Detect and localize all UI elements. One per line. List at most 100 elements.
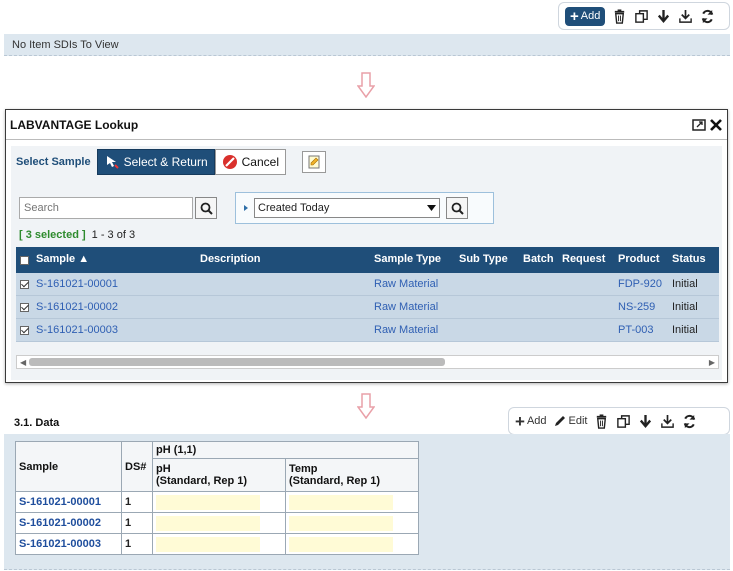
add-button-label: Add (580, 10, 601, 22)
status-cell: Initial (672, 301, 698, 313)
refresh-icon[interactable] (681, 413, 697, 429)
cancel-button[interactable]: Cancel (214, 149, 286, 175)
sample-id-link[interactable]: S-161021-00002 (36, 301, 118, 313)
copy-icon[interactable] (615, 413, 631, 429)
sample-type-cell: Raw Material (374, 301, 439, 313)
select-all-checkbox[interactable] (20, 256, 29, 265)
selected-count[interactable]: [ 3 selected ] (19, 229, 86, 241)
down-arrow-icon (357, 72, 375, 98)
dialog-action-bar: Select Sample Select & Return Cancel (16, 149, 326, 175)
top-toolbar: + Add (558, 2, 730, 30)
trash-icon[interactable] (611, 8, 627, 24)
sample-id-link[interactable]: S-161021-00002 (15, 512, 122, 534)
column-header-request[interactable]: Request (562, 253, 605, 265)
header-temp: Temp (Standard, Rep 1) (285, 458, 419, 492)
pencil-icon (554, 416, 565, 426)
download-icon[interactable] (677, 8, 693, 24)
expand-triangle-icon[interactable] (242, 204, 250, 212)
product-cell: FDP-920 (618, 278, 663, 290)
column-header-product[interactable]: Product (618, 253, 660, 265)
select-return-button[interactable]: Select & Return (96, 149, 215, 175)
column-header-sample-type[interactable]: Sample Type (374, 253, 441, 265)
dialog-header: LABVANTAGE Lookup (6, 110, 727, 140)
cancel-icon (222, 155, 237, 169)
product-cell: PT-003 (618, 324, 654, 336)
product-cell: NS-259 (618, 301, 656, 313)
temp-input-cell[interactable] (285, 533, 419, 555)
add-button-label: Add (526, 415, 547, 427)
arrow-down-icon[interactable] (637, 413, 653, 429)
add-button[interactable]: + Add (515, 413, 547, 430)
copy-icon[interactable] (633, 8, 649, 24)
plus-icon: + (570, 7, 579, 25)
dialog-title: LABVANTAGE Lookup (10, 117, 139, 132)
select-return-label: Select & Return (123, 155, 208, 169)
ds-cell: 1 (121, 491, 153, 513)
scrollbar-thumb[interactable] (29, 358, 445, 366)
result-range: 1 - 3 of 3 (91, 229, 136, 241)
section-title: 3.1. Data (14, 417, 60, 429)
filter-select[interactable]: Created Today (254, 198, 440, 218)
selection-info: [ 3 selected ] 1 - 3 of 3 (19, 229, 135, 241)
sample-id-link[interactable]: S-161021-00001 (36, 278, 118, 290)
ds-cell: 1 (121, 512, 153, 534)
column-header-batch[interactable]: Batch (523, 253, 554, 265)
table-row[interactable]: S-161021-00002 Raw Material NS-259 Initi… (16, 296, 719, 319)
grid-header: Sample ▲ Description Sample Type Sub Typ… (16, 247, 719, 273)
ph-input-cell[interactable] (152, 533, 286, 555)
status-cell: Initial (672, 324, 698, 336)
sample-type-cell: Raw Material (374, 278, 439, 290)
dialog-body: Select Sample Select & Return Cancel Cr (11, 146, 722, 380)
sample-id-link[interactable]: S-161021-00003 (15, 533, 122, 555)
temp-input-cell[interactable] (285, 512, 419, 534)
select-sample-label: Select Sample (16, 156, 91, 168)
data-entry-area: Sample DS# pH (1,1) pH (Standard, Rep 1)… (4, 434, 730, 570)
filter-search-button[interactable] (446, 197, 468, 219)
column-header-sample[interactable]: Sample ▲ (36, 253, 89, 265)
row-checkbox[interactable] (20, 326, 29, 335)
download-icon[interactable] (659, 413, 675, 429)
sort-up-icon: ▲ (78, 253, 90, 265)
trash-icon[interactable] (593, 413, 609, 429)
note-icon (308, 155, 320, 169)
row-checkbox[interactable] (20, 280, 29, 289)
header-group-ph: pH (1,1) (152, 441, 419, 459)
results-grid: Sample ▲ Description Sample Type Sub Typ… (16, 247, 719, 342)
column-header-sub-type[interactable]: Sub Type (459, 253, 508, 265)
plus-icon: + (515, 411, 525, 431)
header-sample: Sample (15, 441, 122, 492)
dialog-controls (692, 118, 723, 132)
refresh-icon[interactable] (699, 8, 715, 24)
scroll-left-icon[interactable]: ◀ (20, 358, 26, 367)
cancel-label: Cancel (241, 155, 279, 169)
temp-input-cell[interactable] (285, 491, 419, 513)
table-row[interactable]: S-161021-00001 Raw Material FDP-920 Init… (16, 273, 719, 296)
search-input[interactable] (19, 197, 193, 219)
ds-cell: 1 (121, 533, 153, 555)
down-arrow-icon (357, 393, 375, 419)
header-ds: DS# (121, 441, 153, 492)
maximize-icon[interactable] (692, 118, 706, 132)
arrow-down-icon[interactable] (655, 8, 671, 24)
sample-id-link[interactable]: S-161021-00003 (36, 324, 118, 336)
add-button[interactable]: + Add (565, 6, 606, 26)
scroll-right-icon[interactable]: ▶ (709, 358, 715, 367)
horizontal-scrollbar[interactable]: ◀ ▶ (16, 355, 719, 369)
column-header-status[interactable]: Status (672, 253, 706, 265)
status-cell: Initial (672, 278, 698, 290)
filter-box: Created Today (235, 192, 494, 224)
select-arrow-icon (106, 156, 119, 169)
column-header-description[interactable]: Description (200, 253, 261, 265)
empty-list-message: No Item SDIs To View (4, 34, 730, 56)
table-row[interactable]: S-161021-00003 Raw Material PT-003 Initi… (16, 319, 719, 342)
search-icon (200, 202, 213, 215)
note-button[interactable] (302, 151, 326, 173)
lookup-dialog: LABVANTAGE Lookup Select Sample Select &… (5, 109, 728, 383)
ph-input-cell[interactable] (152, 512, 286, 534)
row-checkbox[interactable] (20, 303, 29, 312)
edit-button[interactable]: Edit (553, 414, 587, 428)
close-icon[interactable] (709, 118, 723, 132)
sample-id-link[interactable]: S-161021-00001 (15, 491, 122, 513)
search-button[interactable] (195, 197, 217, 219)
ph-input-cell[interactable] (152, 491, 286, 513)
